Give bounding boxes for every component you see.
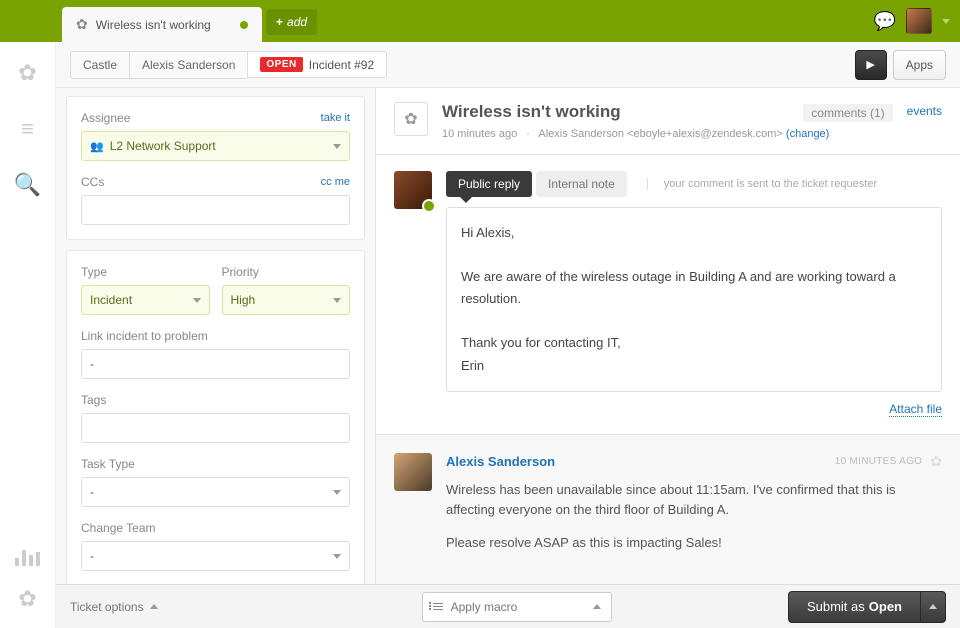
- breadcrumb-requester[interactable]: Alexis Sanderson: [129, 51, 247, 79]
- events-link[interactable]: events: [907, 104, 942, 122]
- type-select[interactable]: Incident: [81, 285, 210, 315]
- comment-author[interactable]: Alexis Sanderson: [446, 454, 555, 469]
- content: Castle Alexis Sanderson OPEN Incident #9…: [56, 42, 960, 584]
- breadcrumb-row: Castle Alexis Sanderson OPEN Incident #9…: [56, 42, 960, 88]
- play-button[interactable]: ▶: [855, 50, 887, 80]
- task-type-select[interactable]: -: [81, 477, 350, 507]
- chevron-down-icon[interactable]: [942, 19, 950, 24]
- ticket-age: 10 minutes ago: [442, 128, 517, 140]
- change-requester-link[interactable]: (change): [786, 128, 829, 140]
- type-label: Type: [81, 265, 210, 279]
- ccs-label: CCs: [81, 175, 104, 189]
- add-label: add: [287, 15, 307, 29]
- add-tab-button[interactable]: + add: [266, 9, 317, 35]
- ticket-header: ✿ Wireless isn't working comments (1) ev…: [376, 88, 960, 155]
- topbar-right: 💬: [874, 0, 960, 42]
- requester-avatar: [394, 453, 432, 491]
- public-reply-tab[interactable]: Public reply: [446, 171, 532, 197]
- status-badge: OPEN: [260, 57, 302, 72]
- change-team-label: Change Team: [81, 521, 350, 535]
- reply-hint: your comment is sent to the ticket reque…: [647, 178, 877, 190]
- chevron-down-icon: [333, 144, 341, 149]
- apply-macro-select[interactable]: Apply macro: [422, 592, 612, 622]
- comment-p1: Wireless has been unavailable since abou…: [446, 480, 942, 522]
- comments-link[interactable]: comments (1): [803, 104, 892, 122]
- priority-select[interactable]: High: [222, 285, 351, 315]
- tags-input[interactable]: [81, 413, 350, 443]
- change-team-select[interactable]: -: [81, 541, 350, 571]
- tab-title: Wireless isn't working: [96, 18, 211, 32]
- stats-icon[interactable]: [15, 546, 40, 566]
- footer: Ticket options Apply macro Submit as Ope…: [56, 584, 960, 628]
- comment-time: 10 MINUTES AGO: [835, 456, 923, 467]
- list-icon: [433, 603, 443, 610]
- plus-icon: +: [276, 15, 283, 29]
- search-icon[interactable]: 🔍: [14, 172, 41, 198]
- breadcrumb-org[interactable]: Castle: [70, 51, 129, 79]
- link-problem-select[interactable]: -: [81, 349, 350, 379]
- chevron-down-icon: [193, 298, 201, 303]
- ticket-settings-button[interactable]: ✿: [394, 102, 428, 136]
- chevron-down-icon: [333, 490, 341, 495]
- gear-icon: ✿: [76, 16, 88, 33]
- ticket-title: Wireless isn't working: [442, 102, 621, 122]
- ticket-sidebar: Assignee take it 👥L2 Network Support CCs…: [56, 88, 376, 584]
- link-label: Link incident to problem: [81, 329, 350, 343]
- left-rail: ✿ ≡ 🔍 ✿: [0, 42, 56, 628]
- user-avatar[interactable]: [906, 8, 932, 34]
- internal-note-tab[interactable]: Internal note: [536, 171, 627, 197]
- settings-icon[interactable]: ✿: [18, 586, 36, 612]
- comment-gear-icon[interactable]: ✿: [930, 453, 942, 470]
- comment-p2: Please resolve ASAP as this is impacting…: [446, 533, 942, 554]
- breadcrumb-ticket: OPEN Incident #92: [247, 51, 387, 78]
- compose-area: Public reply Internal note your comment …: [376, 155, 960, 435]
- assignee-select[interactable]: 👥L2 Network Support: [81, 131, 350, 161]
- ccs-input[interactable]: [81, 195, 350, 225]
- chevron-down-icon: [333, 554, 341, 559]
- status-dot-icon: [240, 21, 248, 29]
- chevron-up-icon: [150, 604, 158, 609]
- menu-icon[interactable]: ≡: [21, 116, 34, 142]
- submit-dropdown-button[interactable]: [920, 591, 946, 623]
- chevron-down-icon: [333, 298, 341, 303]
- group-icon: 👥: [90, 141, 104, 153]
- cc-me-link[interactable]: cc me: [321, 176, 350, 188]
- ticket-main: ✿ Wireless isn't working comments (1) ev…: [376, 88, 960, 584]
- tags-label: Tags: [81, 393, 350, 407]
- online-badge-icon: [422, 199, 436, 213]
- home-icon[interactable]: ✿: [18, 60, 36, 86]
- assignee-label: Assignee: [81, 111, 130, 125]
- ticket-requester: Alexis Sanderson <eboyle+alexis@zendesk.…: [538, 128, 782, 140]
- apps-button[interactable]: Apps: [893, 50, 946, 80]
- submit-button[interactable]: Submit as Open: [788, 591, 920, 623]
- ticket-ref: Incident #92: [309, 58, 374, 72]
- priority-label: Priority: [222, 265, 351, 279]
- compose-textarea[interactable]: Hi Alexis, We are aware of the wireless …: [446, 207, 942, 392]
- chat-icon[interactable]: 💬: [874, 11, 896, 32]
- attach-file-link[interactable]: Attach file: [889, 402, 942, 417]
- agent-avatar: [394, 171, 432, 209]
- ticket-options-button[interactable]: Ticket options: [70, 600, 158, 614]
- chevron-up-icon: [929, 604, 937, 609]
- chevron-up-icon: [593, 604, 601, 609]
- comment: Alexis Sanderson 10 MINUTES AGO ✿ Wirele…: [376, 435, 960, 584]
- take-it-link[interactable]: take it: [321, 112, 350, 124]
- topbar: ✿ Wireless isn't working + add 💬: [0, 0, 960, 42]
- active-tab[interactable]: ✿ Wireless isn't working: [62, 7, 262, 42]
- task-type-label: Task Type: [81, 457, 350, 471]
